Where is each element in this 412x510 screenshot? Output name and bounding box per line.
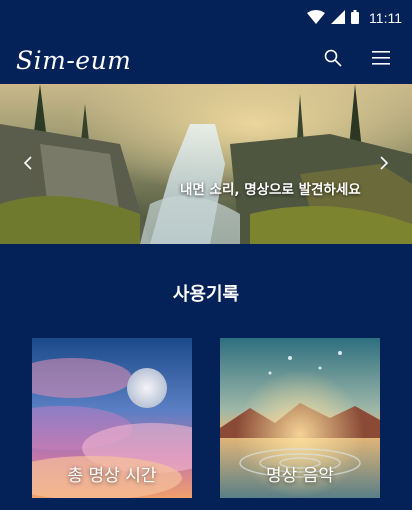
- menu-button[interactable]: [368, 47, 394, 73]
- meditation-music-label: 명상 음악: [266, 466, 334, 486]
- total-meditation-time-label: 총 명상 시간: [67, 466, 157, 486]
- search-button[interactable]: [320, 47, 346, 73]
- status-bar: 11:11: [0, 0, 412, 36]
- chevron-left-icon: [23, 155, 33, 174]
- search-icon: [324, 49, 342, 71]
- menu-icon: [372, 50, 390, 70]
- hero-banner[interactable]: 내면 소리, 명상으로 발견하세요: [0, 84, 412, 244]
- hero-waterfall-image: [0, 84, 412, 244]
- hero-prev-button[interactable]: [18, 154, 38, 174]
- app-bar-actions: [320, 47, 394, 73]
- usage-section-title: 사용기록: [172, 284, 240, 305]
- battery-icon: [351, 9, 360, 28]
- meditation-music-card[interactable]: 명상 음악: [220, 338, 380, 498]
- status-time: 11:11: [369, 10, 402, 26]
- app-logo[interactable]: Sim-eum: [16, 46, 131, 75]
- app-bar: Sim-eum: [0, 36, 412, 84]
- chevron-right-icon: [379, 155, 389, 174]
- total-meditation-time-card[interactable]: 총 명상 시간: [32, 338, 192, 498]
- cell-signal-icon: [331, 9, 346, 28]
- hero-next-button[interactable]: [374, 154, 394, 174]
- hero-caption: 내면 소리, 명상으로 발견하세요: [180, 182, 361, 198]
- wifi-icon: [307, 9, 326, 28]
